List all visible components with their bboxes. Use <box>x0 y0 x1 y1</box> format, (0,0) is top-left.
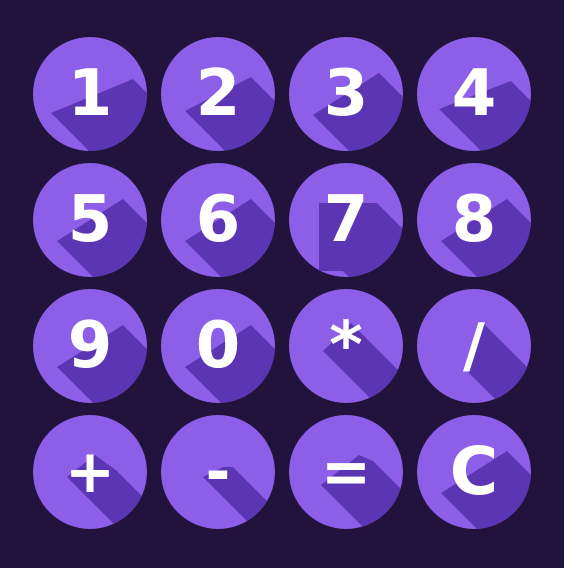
key-label: C <box>449 433 499 510</box>
key-plus-button[interactable]: + <box>33 415 147 529</box>
key-6-button[interactable]: 6 <box>161 163 275 277</box>
key-label: + <box>64 437 116 507</box>
key-equals-button[interactable]: = <box>289 415 403 529</box>
key-0-button[interactable]: 0 <box>161 289 275 403</box>
key-7-button[interactable]: 7 <box>289 163 403 277</box>
calculator-keypad: 1 2 3 4 5 6 7 8 9 0 * / + - = C <box>0 0 564 568</box>
key-label: 5 <box>67 183 113 257</box>
key-1-button[interactable]: 1 <box>33 37 147 151</box>
key-label: / <box>463 311 485 381</box>
key-9-button[interactable]: 9 <box>33 289 147 403</box>
key-label: 9 <box>67 309 113 383</box>
key-divide-button[interactable]: / <box>417 289 531 403</box>
key-3-button[interactable]: 3 <box>289 37 403 151</box>
key-multiply-button[interactable]: * <box>289 289 403 403</box>
key-8-button[interactable]: 8 <box>417 163 531 277</box>
key-label: 1 <box>67 57 113 131</box>
key-label: 3 <box>323 57 369 131</box>
key-minus-button[interactable]: - <box>161 415 275 529</box>
key-label: 2 <box>195 57 241 131</box>
key-label: 4 <box>451 57 497 131</box>
key-label: = <box>320 437 372 507</box>
key-label: * <box>329 309 363 383</box>
key-label: - <box>205 437 231 507</box>
key-4-button[interactable]: 4 <box>417 37 531 151</box>
key-label: 8 <box>451 183 497 257</box>
key-label: 0 <box>195 309 241 383</box>
key-2-button[interactable]: 2 <box>161 37 275 151</box>
key-5-button[interactable]: 5 <box>33 163 147 277</box>
key-clear-button[interactable]: C <box>417 415 531 529</box>
key-label: 6 <box>195 183 241 257</box>
key-label: 7 <box>323 183 369 257</box>
